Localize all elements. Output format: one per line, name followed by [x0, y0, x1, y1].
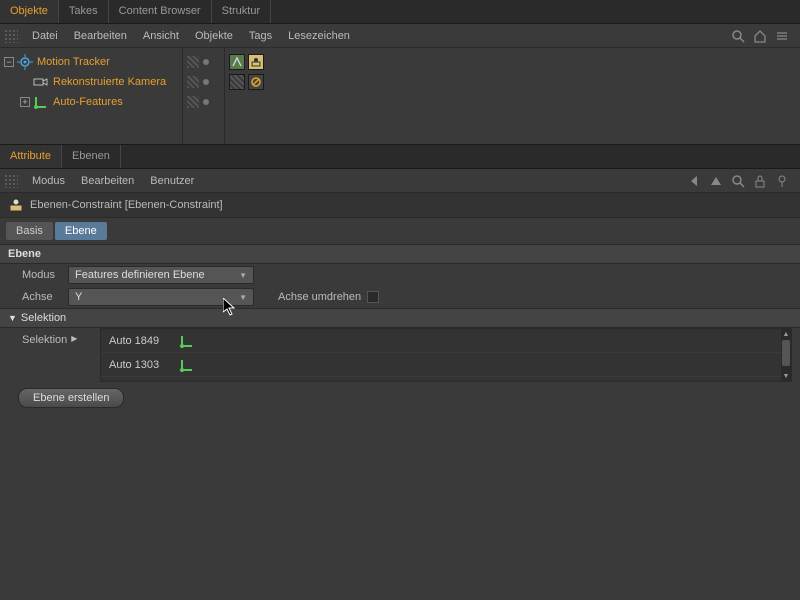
subtab-ebene[interactable]: Ebene — [55, 222, 107, 240]
label-selektion: Selektion — [22, 334, 67, 346]
field-achse: Achse Y ▼ Achse umdrehen — [0, 286, 800, 308]
attribute-manager: Attribute Ebenen Modus Bearbeiten Benutz… — [0, 144, 800, 414]
chevron-down-icon: ▼ — [239, 293, 247, 302]
visibility-dot-icon[interactable] — [203, 79, 209, 85]
camera-icon — [33, 74, 49, 90]
hatch-icon — [230, 75, 244, 89]
menu-benutzer[interactable]: Benutzer — [142, 171, 202, 191]
scroll-up-icon[interactable]: ▲ — [781, 329, 791, 339]
label-achse: Achse — [8, 291, 68, 303]
constraint-icon — [8, 197, 24, 213]
nav-back-icon[interactable] — [686, 173, 702, 189]
scrollbar-thumb[interactable] — [782, 340, 790, 366]
tree-label: Rekonstruierte Kamera — [53, 76, 166, 88]
menu-tags[interactable]: Tags — [241, 26, 280, 46]
create-plane-button[interactable]: Ebene erstellen — [18, 388, 124, 408]
visibility-dot-icon[interactable] — [203, 59, 209, 65]
object-manager-menubar: Datei Bearbeiten Ansicht Objekte Tags Le… — [0, 24, 800, 48]
tree-item-auto-features[interactable]: + Auto-Features — [0, 92, 182, 112]
null-object-icon — [179, 333, 195, 349]
group-ebene: Ebene — [0, 244, 800, 264]
tag-disable[interactable] — [248, 74, 264, 90]
search-icon[interactable] — [730, 173, 746, 189]
triangle-right-icon[interactable]: ▶ — [71, 334, 77, 343]
null-object-icon — [179, 357, 195, 373]
section-title: Ebenen-Constraint [Ebenen-Constraint] — [30, 199, 223, 211]
dropdown-value: Features definieren Ebene — [75, 269, 205, 281]
object-tree: − Motion Tracker Rekonstruierte Kamera +… — [0, 48, 182, 144]
list-item-label: Auto 1303 — [109, 359, 179, 371]
chevron-down-icon: ▼ — [239, 271, 247, 280]
dropdown-achse[interactable]: Y ▼ — [68, 288, 254, 306]
field-modus: Modus Features definieren Ebene ▼ — [0, 264, 800, 286]
lock-icon[interactable] — [752, 173, 768, 189]
tree-item-motion-tracker[interactable]: − Motion Tracker — [0, 52, 182, 72]
tag-constraint[interactable] — [248, 54, 264, 70]
tab-takes[interactable]: Takes — [59, 0, 109, 23]
attribute-menubar: Modus Bearbeiten Benutzer — [0, 169, 800, 193]
expander-plus-icon[interactable]: + — [20, 97, 30, 107]
scroll-down-icon[interactable]: ▼ — [781, 371, 791, 381]
tree-label: Motion Tracker — [37, 56, 110, 68]
subtab-basis[interactable]: Basis — [6, 222, 53, 240]
group-label: Selektion — [21, 312, 66, 324]
list-item[interactable]: Auto 1482 — [101, 377, 791, 382]
grip-icon[interactable] — [4, 29, 18, 43]
tab-content-browser[interactable]: Content Browser — [109, 0, 212, 23]
list-item[interactable]: Auto 1849 — [101, 329, 791, 353]
expander-minus-icon[interactable]: − — [4, 57, 14, 67]
motion-tracker-icon — [17, 54, 33, 70]
menu-bearbeiten[interactable]: Bearbeiten — [66, 26, 135, 46]
section-header: Ebenen-Constraint [Ebenen-Constraint] — [0, 193, 800, 218]
layer-column — [182, 48, 224, 144]
null-object-icon — [33, 94, 49, 110]
nav-up-icon[interactable] — [708, 173, 724, 189]
list-icon[interactable] — [774, 28, 790, 44]
tab-ebenen[interactable]: Ebenen — [62, 145, 121, 168]
scrollbar[interactable]: ▲ ▼ — [781, 329, 791, 381]
object-manager-tabs: Objekte Takes Content Browser Struktur — [0, 0, 800, 24]
layer-cell[interactable] — [183, 92, 224, 112]
layer-cell[interactable] — [183, 72, 224, 92]
attribute-subtabs: Basis Ebene — [0, 218, 800, 244]
tab-attribute[interactable]: Attribute — [0, 145, 62, 168]
menu-datei[interactable]: Datei — [24, 26, 66, 46]
selection-list[interactable]: Auto 1849 Auto 1303 Auto 1482 ▲ ▼ — [100, 328, 792, 382]
menu-lesezeichen[interactable]: Lesezeichen — [280, 26, 358, 46]
selection-body: Selektion ▶ Auto 1849 Auto 1303 Auto 148… — [0, 328, 800, 382]
tag-hatch[interactable] — [229, 74, 245, 90]
tab-objekte[interactable]: Objekte — [0, 0, 59, 23]
search-icon[interactable] — [730, 28, 746, 44]
visibility-dot-icon[interactable] — [203, 99, 209, 105]
label-achse-umdrehen: Achse umdrehen — [278, 291, 361, 303]
button-row: Ebene erstellen — [0, 382, 800, 414]
layer-hatch-icon — [187, 96, 199, 108]
null-object-icon — [179, 381, 195, 383]
menu-ansicht[interactable]: Ansicht — [135, 26, 187, 46]
pin-icon[interactable] — [774, 173, 790, 189]
layer-hatch-icon — [187, 56, 199, 68]
list-item-label: Auto 1849 — [109, 335, 179, 347]
attribute-tabs: Attribute Ebenen — [0, 145, 800, 169]
list-item[interactable]: Auto 1303 — [101, 353, 791, 377]
group-selektion[interactable]: ▼ Selektion — [0, 308, 800, 328]
label-modus: Modus — [8, 269, 68, 281]
dropdown-value: Y — [75, 291, 82, 303]
object-manager-body: − Motion Tracker Rekonstruierte Kamera +… — [0, 48, 800, 144]
grip-icon[interactable] — [4, 174, 18, 188]
tree-label: Auto-Features — [53, 96, 123, 108]
chevron-down-icon: ▼ — [8, 313, 17, 323]
tag-object[interactable] — [229, 54, 245, 70]
tab-struktur[interactable]: Struktur — [212, 0, 272, 23]
tag-column — [224, 48, 800, 144]
menu-bearbeiten-attr[interactable]: Bearbeiten — [73, 171, 142, 191]
menu-modus[interactable]: Modus — [24, 171, 73, 191]
layer-hatch-icon — [187, 76, 199, 88]
tree-item-camera[interactable]: Rekonstruierte Kamera — [0, 72, 182, 92]
home-icon[interactable] — [752, 28, 768, 44]
layer-cell[interactable] — [183, 52, 224, 72]
menu-objekte[interactable]: Objekte — [187, 26, 241, 46]
checkbox-achse-umdrehen[interactable] — [367, 291, 379, 303]
dropdown-modus[interactable]: Features definieren Ebene ▼ — [68, 266, 254, 284]
